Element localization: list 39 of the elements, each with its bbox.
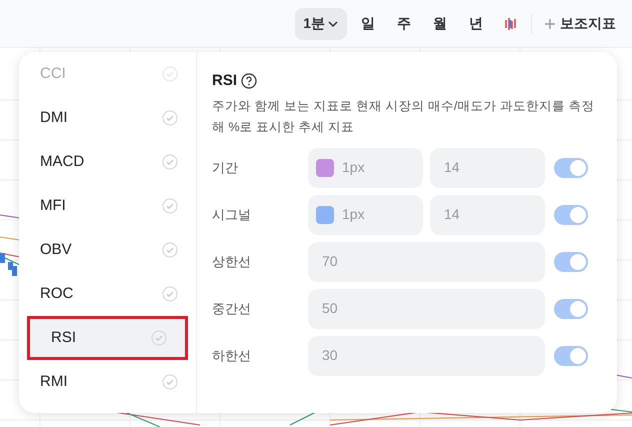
setting-label: 상한선 bbox=[212, 252, 252, 271]
check-icon bbox=[162, 198, 178, 214]
indicator-description: 주가와 함께 보는 지표로 현재 시장의 매수/매도가 과도한지를 측정해 %로 표시한 추세 지표 bbox=[212, 98, 596, 136]
plus-icon bbox=[544, 18, 556, 30]
indicator-item[interactable]: ROC bbox=[19, 272, 196, 316]
check-icon bbox=[162, 66, 178, 82]
toggle-switch[interactable] bbox=[554, 158, 588, 178]
check-icon bbox=[151, 330, 167, 346]
indicator-item[interactable]: MACD bbox=[19, 140, 196, 184]
indicator-title: RSI bbox=[212, 71, 238, 91]
interval-tab[interactable]: 주 bbox=[389, 8, 419, 40]
indicator-item[interactable]: MFI bbox=[19, 184, 196, 228]
setting-label: 기간 bbox=[212, 158, 239, 177]
setting-label: 시그널 bbox=[212, 206, 252, 224]
help-icon[interactable] bbox=[241, 73, 258, 90]
setting-label: 하한선 bbox=[212, 346, 252, 365]
toggle-switch[interactable] bbox=[554, 298, 588, 318]
check-icon bbox=[162, 286, 178, 302]
indicator-item[interactable]: RSI bbox=[27, 316, 188, 360]
color-swatch[interactable] bbox=[316, 158, 334, 176]
interval-tab[interactable]: 년 bbox=[461, 8, 491, 40]
toggle-switch[interactable] bbox=[554, 252, 588, 272]
check-icon bbox=[162, 154, 178, 170]
check-icon bbox=[162, 374, 178, 390]
check-icon bbox=[162, 242, 178, 258]
candle bbox=[0, 253, 5, 263]
candlestick-icon[interactable] bbox=[503, 16, 519, 32]
interval-tab[interactable]: 월 bbox=[425, 8, 455, 40]
color-swatch[interactable] bbox=[316, 206, 334, 224]
interval-tab[interactable]: 1분 bbox=[295, 8, 347, 40]
indicator-item[interactable]: RMI bbox=[19, 360, 196, 404]
check-icon bbox=[162, 110, 178, 126]
indicator-item[interactable]: DMI bbox=[19, 96, 196, 140]
toggle-switch[interactable] bbox=[554, 346, 588, 366]
indicator-item[interactable]: OBV bbox=[19, 228, 196, 272]
add-indicator-button[interactable]: 보조지표 bbox=[538, 8, 622, 40]
interval-tab[interactable]: 일 bbox=[353, 8, 383, 40]
setting-label: 중간선 bbox=[212, 300, 252, 318]
toggle-switch[interactable] bbox=[554, 204, 588, 224]
